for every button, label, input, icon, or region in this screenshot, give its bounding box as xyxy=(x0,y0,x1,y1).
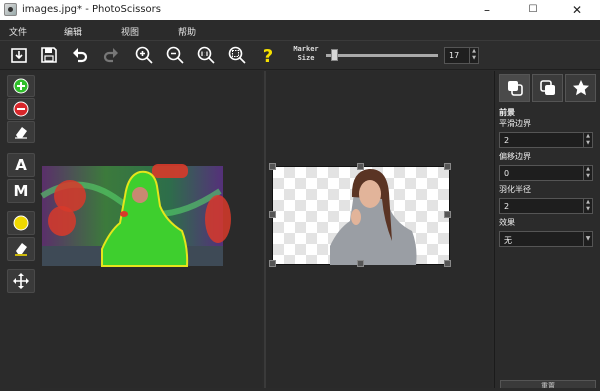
feather-radius-label: 羽化半径 xyxy=(499,185,531,194)
eraser-tool[interactable] xyxy=(7,121,35,143)
marker-size-value: 17 xyxy=(449,51,460,60)
zoom-in-button[interactable] xyxy=(133,44,155,66)
svg-text:?: ? xyxy=(263,46,273,65)
background-marker-tool[interactable] xyxy=(7,98,35,120)
effect-label: 效果 xyxy=(499,218,515,227)
close-button[interactable]: ✕ xyxy=(554,0,600,20)
minimize-button[interactable]: – xyxy=(464,0,510,20)
manual-tool-label: M xyxy=(13,182,29,200)
open-icon xyxy=(11,48,27,63)
marker-label-line2: Size xyxy=(297,54,315,62)
crop-handle-bottom-right[interactable] xyxy=(444,260,451,267)
smooth-edge-spinbox[interactable]: 2 ▲ ▼ xyxy=(499,132,593,148)
menu-view[interactable]: 视图 xyxy=(121,25,139,38)
offset-edge-label: 偏移边界 xyxy=(499,152,531,161)
tab-foreground[interactable] xyxy=(499,74,530,102)
redo-icon xyxy=(103,48,118,63)
menu-bar: 文件 编辑 视图 帮助 xyxy=(0,20,600,40)
layers-back-icon xyxy=(539,80,555,95)
tab-effects[interactable] xyxy=(565,74,596,102)
manual-tool[interactable]: M xyxy=(7,179,35,203)
menu-file[interactable]: 文件 xyxy=(9,25,27,38)
window-title: images.jpg* - PhotoScissors xyxy=(22,4,161,15)
spinbox-arrows-icon[interactable]: ▲ ▼ xyxy=(583,199,592,213)
undo-button[interactable] xyxy=(69,44,91,66)
foreground-marker-tool[interactable] xyxy=(7,75,35,97)
effect-value: 无 xyxy=(504,236,512,245)
effect-select[interactable]: 无 ▼ xyxy=(499,231,593,247)
save-button[interactable] xyxy=(38,44,60,66)
question-mark-icon: ? xyxy=(263,46,273,65)
marker-size-label: Marker Size xyxy=(290,45,322,63)
feather-radius-value: 2 xyxy=(504,202,510,211)
fit-window-button[interactable] xyxy=(226,44,248,66)
crop-handle-top-right[interactable] xyxy=(444,163,451,170)
crop-handle-bottom-left[interactable] xyxy=(269,260,276,267)
actual-size-icon xyxy=(197,46,215,64)
spinbox-arrows-icon[interactable]: ▲ ▼ xyxy=(583,133,592,147)
text-tool[interactable]: A xyxy=(7,153,35,177)
left-toolbar: A M xyxy=(4,71,36,388)
redo-button[interactable] xyxy=(100,44,122,66)
plus-circle-icon xyxy=(13,78,29,94)
smooth-edge-label: 平滑边界 xyxy=(499,119,531,128)
tab-background[interactable] xyxy=(532,74,563,102)
maximize-button[interactable]: ☐ xyxy=(510,0,556,20)
yellow-eraser-icon xyxy=(15,243,27,256)
chevron-down-icon: ▼ xyxy=(583,232,592,246)
crop-handle-right[interactable] xyxy=(444,211,451,218)
eraser-icon xyxy=(15,127,27,139)
help-button[interactable]: ? xyxy=(257,44,279,66)
feather-radius-spinbox[interactable]: 2 ▲ ▼ xyxy=(499,198,593,214)
marker-size-spinbox[interactable]: 17 ▲ ▼ xyxy=(444,47,479,64)
actual-size-button[interactable] xyxy=(195,44,217,66)
marker-label-line1: Marker xyxy=(293,45,319,53)
zoom-out-button[interactable] xyxy=(164,44,186,66)
properties-panel: 前景 平滑边界 2 ▲ ▼ 偏移边界 0 ▲ ▼ 羽化半径 2 ▲ ▼ 效果 无 ▼ xyxy=(494,71,600,388)
source-image xyxy=(40,164,231,267)
crop-handle-left[interactable] xyxy=(269,211,276,218)
toolbar: ? Marker Size 17 ▲ ▼ xyxy=(0,40,600,70)
fit-window-icon xyxy=(228,46,246,64)
move-arrows-icon xyxy=(13,273,29,289)
spinbox-arrows-icon[interactable]: ▲ ▼ xyxy=(583,166,592,180)
minus-circle-icon xyxy=(13,101,29,117)
marker-size-slider-thumb[interactable] xyxy=(331,49,339,61)
yellow-circle-icon xyxy=(13,215,29,231)
smooth-edge-value: 2 xyxy=(504,136,510,145)
save-icon xyxy=(41,47,57,63)
crop-handle-top-left[interactable] xyxy=(269,163,276,170)
result-image xyxy=(330,168,417,265)
move-tool[interactable] xyxy=(7,269,35,293)
layers-front-icon xyxy=(507,81,523,96)
menu-edit[interactable]: 编辑 xyxy=(64,25,82,38)
zoom-in-icon xyxy=(135,46,153,64)
title-bar: images.jpg* - PhotoScissors – ☐ ✕ xyxy=(0,0,600,20)
text-tool-label: A xyxy=(15,156,27,174)
app-icon xyxy=(4,3,17,16)
marker-size-slider-track[interactable] xyxy=(326,54,438,57)
zoom-out-icon xyxy=(166,46,184,64)
menu-help[interactable]: 帮助 xyxy=(178,25,196,38)
star-icon xyxy=(572,80,589,96)
open-button[interactable] xyxy=(8,44,30,66)
crop-handle-bottom[interactable] xyxy=(357,260,364,267)
reset-button[interactable]: 重置 xyxy=(500,380,596,388)
crop-handle-top[interactable] xyxy=(357,163,364,170)
undo-icon xyxy=(73,48,88,63)
hair-marker-tool[interactable] xyxy=(7,211,35,235)
offset-edge-spinbox[interactable]: 0 ▲ ▼ xyxy=(499,165,593,181)
source-canvas[interactable] xyxy=(40,71,262,388)
section-title: 前景 xyxy=(499,108,515,117)
result-canvas[interactable] xyxy=(266,71,492,388)
offset-edge-value: 0 xyxy=(504,169,510,178)
spinbox-arrows-icon[interactable]: ▲ ▼ xyxy=(469,48,478,63)
hair-eraser-tool[interactable] xyxy=(7,237,35,261)
